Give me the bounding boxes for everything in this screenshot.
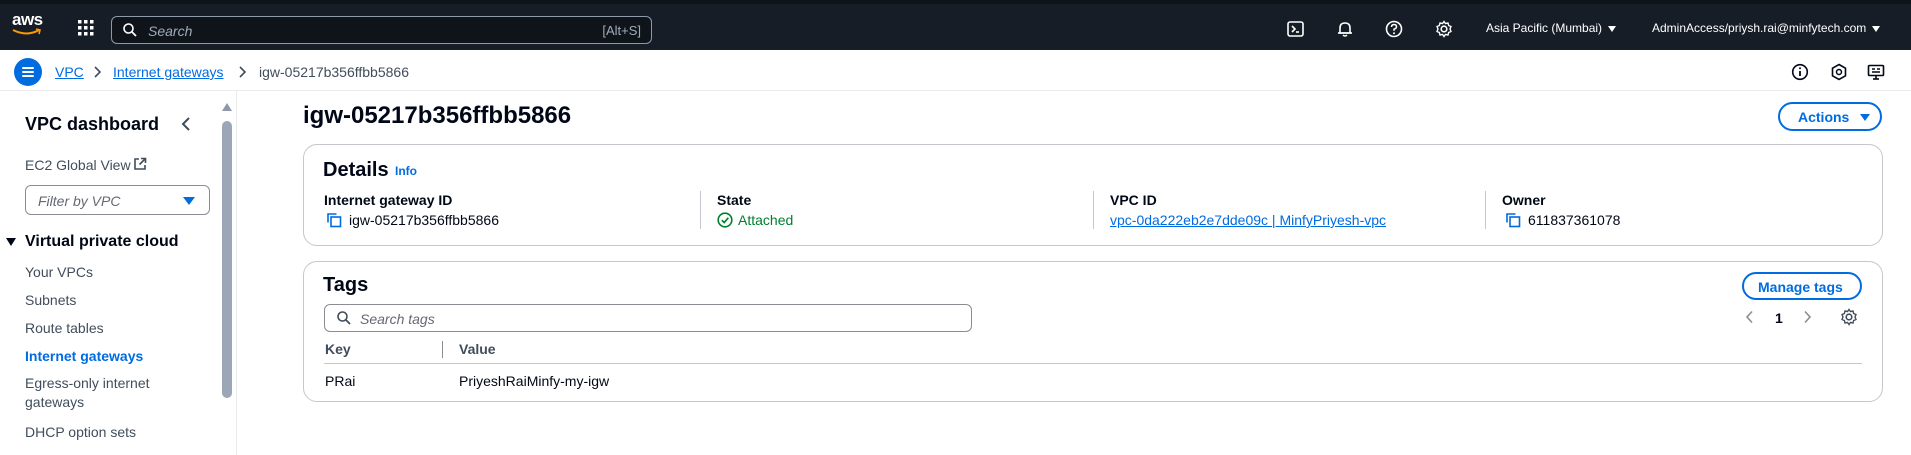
chevron-right-icon [239, 66, 247, 78]
column-resizer[interactable] [442, 341, 443, 358]
copy-icon[interactable] [1505, 212, 1521, 228]
vpc-id-label: VPC ID [1110, 192, 1157, 208]
browser-strip [0, 0, 1911, 4]
filter-by-vpc-select[interactable]: Filter by VPC [25, 185, 210, 215]
state-label: State [717, 192, 752, 208]
scrollbar-thumb[interactable] [222, 121, 232, 398]
details-title: Details [323, 159, 389, 181]
details-info-link[interactable]: Info [395, 164, 417, 178]
section-label: Virtual private cloud [25, 233, 179, 250]
chevron-right-icon [94, 66, 102, 78]
region-label: Asia Pacific (Mumbai) [1486, 21, 1603, 35]
next-page-icon[interactable] [1802, 310, 1812, 324]
internet-gateway-id-value: igw-05217b356ffbb5866 [349, 212, 499, 228]
caret-down-icon [1860, 114, 1870, 121]
previous-page-icon[interactable] [1745, 310, 1755, 324]
tags-title: Tags [323, 274, 369, 296]
search-icon [337, 311, 351, 325]
search-tags-input[interactable]: Search tags [324, 304, 972, 332]
aws-logo-text: aws [12, 10, 43, 29]
help-icon[interactable] [1385, 20, 1403, 38]
manage-tags-button[interactable]: Manage tags [1742, 272, 1862, 300]
search-placeholder: Search [148, 23, 193, 39]
column-divider [1093, 191, 1094, 229]
account-menu[interactable]: AdminAccess/priysh.rai@minfytech.com [1652, 21, 1881, 35]
owner-value: 611837361078 [1528, 212, 1621, 228]
expand-triangle-icon [6, 238, 16, 246]
page-title: igw-05217b356ffbb5866 [303, 102, 572, 129]
current-page-number[interactable]: 1 [1775, 310, 1783, 326]
copy-icon[interactable] [326, 212, 342, 228]
top-navigation: aws Search [Alt+S] Asia Pacific (Mumbai)… [0, 0, 1911, 50]
cloudshell-icon[interactable] [1287, 20, 1305, 38]
tag-key-cell: PRai [325, 373, 356, 389]
sidebar-section-virtual-private-cloud[interactable]: Virtual private cloud [6, 233, 179, 251]
aws-smile-icon [12, 28, 41, 35]
search-shortcut: [Alt+S] [602, 23, 641, 38]
column-header-key[interactable]: Key [325, 341, 351, 357]
region-selector[interactable]: Asia Pacific (Mumbai) [1486, 21, 1617, 35]
global-search-input[interactable]: Search [Alt+S] [111, 16, 652, 44]
services-grid-icon[interactable] [78, 20, 94, 36]
column-divider [700, 191, 701, 229]
external-link-icon [134, 157, 147, 170]
manage-tags-label: Manage tags [1758, 279, 1843, 295]
vpc-id-link[interactable]: vpc-0da222eb2e7dde09c | MinfyPriyesh-vpc [1110, 212, 1386, 228]
search-tags-placeholder: Search tags [360, 311, 435, 327]
collapse-sidebar-icon[interactable] [180, 116, 192, 132]
caret-down-icon [1608, 25, 1617, 32]
sidebar-title[interactable]: VPC dashboard [25, 114, 159, 135]
table-preferences-icon[interactable] [1840, 308, 1858, 326]
actions-button[interactable]: Actions [1778, 102, 1882, 131]
success-check-icon [717, 212, 733, 228]
display-settings-icon[interactable] [1867, 63, 1885, 81]
search-icon [123, 23, 137, 37]
breadcrumb-current: igw-05217b356ffbb5866 [259, 64, 409, 80]
sidebar-item-egress-only-internet-gateways[interactable]: Egress-only internet gateways [25, 374, 175, 412]
caret-down-icon [183, 197, 195, 205]
feedback-icon[interactable] [1830, 63, 1848, 81]
caret-down-icon [1872, 25, 1881, 32]
tag-value-cell: PriyeshRaiMinfy-my-igw [459, 373, 610, 389]
account-label: AdminAccess/priysh.rai@minfytech.com [1652, 21, 1867, 35]
bell-icon[interactable] [1336, 20, 1354, 38]
owner-label: Owner [1502, 192, 1546, 208]
actions-label: Actions [1798, 109, 1850, 125]
internet-gateway-id-label: Internet gateway ID [324, 192, 453, 208]
table-header-divider [324, 363, 1862, 364]
scroll-up-arrow-icon[interactable] [222, 103, 232, 111]
sidebar-item-internet-gateways[interactable]: Internet gateways [25, 347, 143, 366]
sidebar-item-route-tables[interactable]: Route tables [25, 319, 104, 338]
sidebar-item-dhcp-option-sets[interactable]: DHCP option sets [25, 423, 136, 442]
breadcrumb-internet-gateways[interactable]: Internet gateways [113, 64, 224, 80]
settings-icon[interactable] [1435, 20, 1453, 38]
state-value: Attached [738, 212, 794, 228]
breadcrumb-vpc[interactable]: VPC [55, 64, 84, 80]
navigation-menu-button[interactable] [14, 58, 42, 86]
column-header-value[interactable]: Value [459, 341, 496, 357]
aws-logo[interactable]: aws [12, 11, 46, 37]
sidebar-item-your-vpcs[interactable]: Your VPCs [25, 263, 93, 282]
sidebar-ec2-global-view[interactable]: EC2 Global View [25, 157, 131, 173]
column-divider [1485, 191, 1486, 229]
filter-placeholder: Filter by VPC [38, 193, 121, 209]
info-icon[interactable] [1791, 63, 1809, 81]
sidebar-item-subnets[interactable]: Subnets [25, 291, 76, 310]
